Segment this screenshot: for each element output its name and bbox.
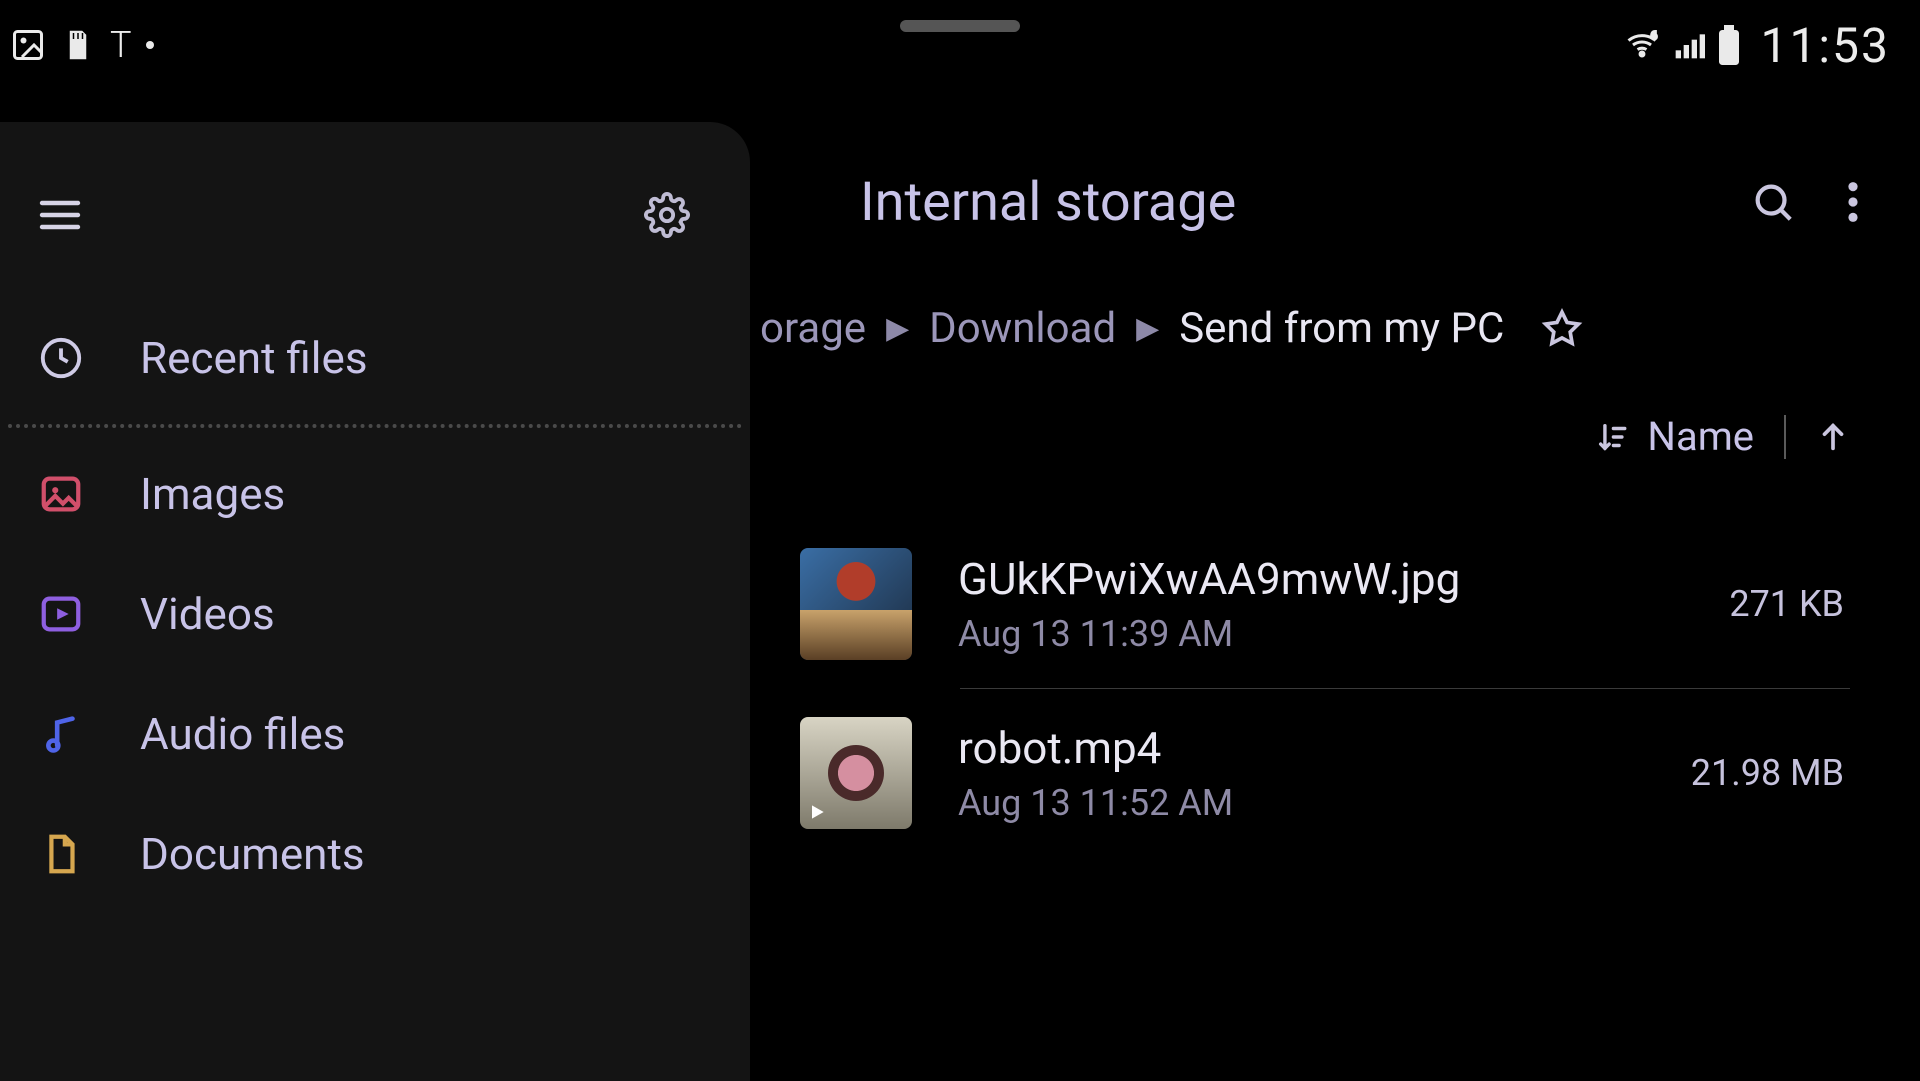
svg-text:6: 6: [1651, 29, 1657, 42]
sidebar-item-label: Videos: [140, 588, 275, 640]
signal-icon: [1672, 29, 1706, 61]
sort-direction-button[interactable]: [1816, 420, 1850, 454]
sort-label: Name: [1647, 413, 1754, 460]
sidebar-item-label: Audio files: [140, 708, 345, 760]
file-list: GUkKPwiXwAA9mwW.jpg Aug 13 11:39 AM 271 …: [800, 520, 1860, 857]
file-name: robot.mp4: [958, 722, 1645, 774]
sidebar-item-label: Documents: [140, 828, 365, 880]
app-root: Recent files Images: [0, 122, 1920, 1081]
battery-icon: [1716, 25, 1742, 65]
breadcrumb: orage ▶ Download ▶ Send from my PC: [760, 304, 1860, 353]
settings-button[interactable]: [644, 192, 690, 238]
breadcrumb-segment-current[interactable]: Send from my PC: [1179, 304, 1504, 353]
picture-status-icon: [10, 27, 46, 63]
search-button[interactable]: [1750, 179, 1796, 225]
sidebar-item-recent[interactable]: Recent files: [0, 298, 750, 418]
status-clock: 11:53: [1760, 17, 1890, 74]
sort-button[interactable]: Name: [1595, 413, 1754, 460]
file-modified: Aug 13 11:39 AM: [958, 613, 1683, 655]
music-icon: [36, 711, 86, 757]
play-icon: [806, 801, 828, 823]
file-thumbnail: [800, 717, 912, 829]
file-name: GUkKPwiXwAA9mwW.jpg: [958, 553, 1683, 605]
main-panel: Internal storage orage ▶ Download ▶ Sen: [750, 122, 1920, 1081]
sidebar-item-images[interactable]: Images: [0, 434, 750, 554]
wifi-icon: 6: [1622, 27, 1662, 63]
breadcrumb-segment[interactable]: Download: [929, 304, 1116, 353]
file-row[interactable]: GUkKPwiXwAA9mwW.jpg Aug 13 11:39 AM 271 …: [800, 520, 1860, 688]
file-row[interactable]: robot.mp4 Aug 13 11:52 AM 21.98 MB: [800, 689, 1860, 857]
favorite-button[interactable]: [1540, 307, 1584, 351]
document-icon: [36, 831, 86, 877]
divider: [1784, 415, 1786, 459]
sidebar-divider: [8, 424, 742, 428]
sidebar: Recent files Images: [0, 122, 750, 1081]
page-title: Internal storage: [860, 171, 1236, 234]
more-button[interactable]: [1846, 179, 1860, 225]
clock-icon: [36, 335, 86, 381]
file-size: 271 KB: [1729, 583, 1850, 625]
file-modified: Aug 13 11:52 AM: [958, 782, 1645, 824]
video-icon: [36, 591, 86, 637]
file-thumbnail: [800, 548, 912, 660]
sidebar-item-label: Images: [140, 468, 285, 520]
sdcard-status-icon: [60, 27, 96, 63]
sidebar-item-documents[interactable]: Documents: [0, 794, 750, 914]
chevron-right-icon: ▶: [1136, 311, 1159, 346]
sidebar-item-audio[interactable]: Audio files: [0, 674, 750, 794]
file-size: 21.98 MB: [1691, 752, 1850, 794]
image-icon: [36, 471, 86, 517]
menu-button[interactable]: [36, 191, 84, 239]
breadcrumb-segment[interactable]: orage: [760, 304, 866, 353]
tesla-status-icon: T: [110, 24, 132, 66]
dot-status-icon: [146, 41, 154, 49]
status-bar: T 6 11:53: [0, 0, 1920, 90]
sidebar-item-label: Recent files: [140, 332, 368, 384]
chevron-right-icon: ▶: [886, 311, 909, 346]
sidebar-item-videos[interactable]: Videos: [0, 554, 750, 674]
